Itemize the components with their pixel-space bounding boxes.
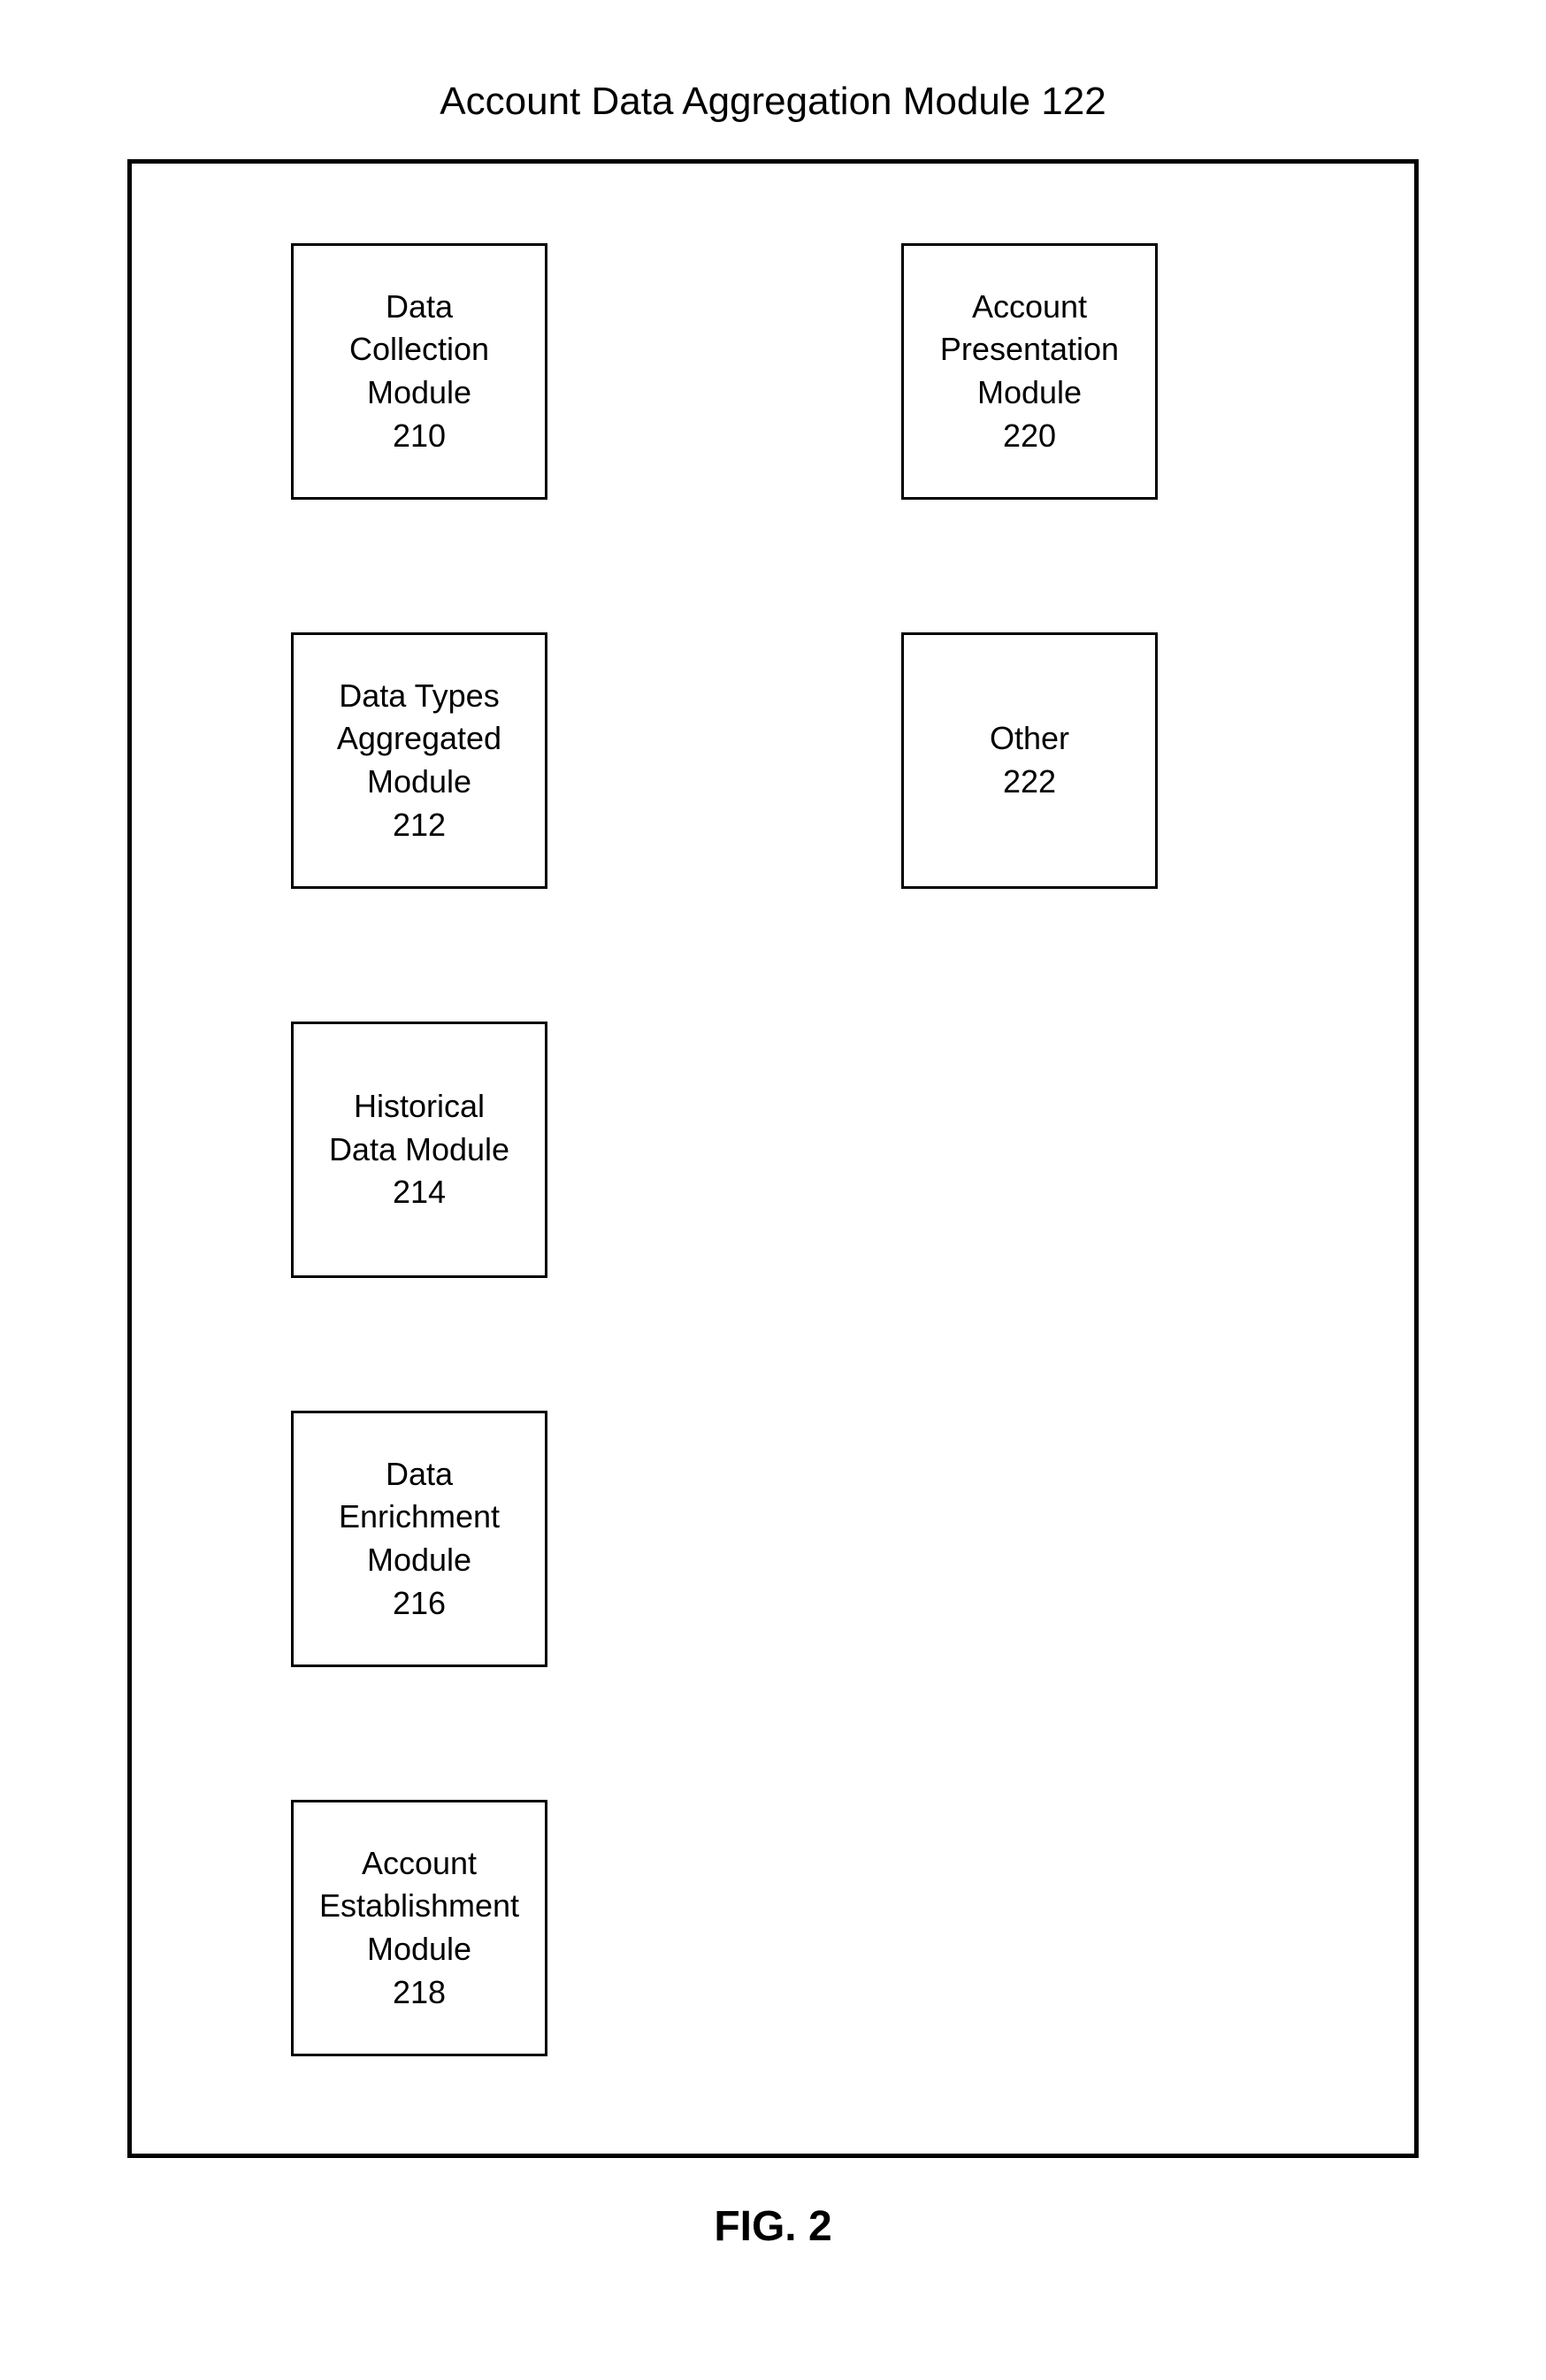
box-line: Module: [367, 1928, 471, 1971]
other-module-box: Other 222: [901, 632, 1158, 889]
box-line: Data: [386, 286, 453, 329]
box-line: Establishment: [319, 1885, 519, 1928]
box-line: Collection: [349, 328, 489, 371]
box-line: Module: [367, 761, 471, 804]
box-line: Other: [990, 717, 1069, 761]
figure-label: FIG. 2: [106, 2202, 1440, 2251]
outer-container-box: Data Collection Module 210 Data Types Ag…: [127, 159, 1419, 2158]
box-line: 210: [393, 415, 446, 458]
box-line: Module: [367, 1539, 471, 1582]
account-establishment-module-box: Account Establishment Module 218: [291, 1800, 547, 2056]
data-collection-module-box: Data Collection Module 210: [291, 243, 547, 500]
box-line: 212: [393, 804, 446, 847]
box-line: Account: [362, 1842, 477, 1886]
account-presentation-module-box: Account Presentation Module 220: [901, 243, 1158, 500]
box-line: Data Types: [339, 675, 499, 718]
diagram-title: Account Data Aggregation Module 122: [106, 80, 1440, 124]
box-line: Module: [367, 371, 471, 415]
box-line: 222: [1003, 761, 1056, 804]
box-line: Data: [386, 1453, 453, 1496]
box-line: Presentation: [940, 328, 1119, 371]
box-line: 214: [393, 1171, 446, 1214]
box-line: Enrichment: [339, 1496, 500, 1539]
historical-data-module-box: Historical Data Module 214: [291, 1022, 547, 1278]
box-line: Account: [972, 286, 1087, 329]
box-line: Data Module: [329, 1129, 509, 1172]
box-line: 218: [393, 1971, 446, 2015]
box-line: Historical: [354, 1085, 485, 1129]
diagram-page: Account Data Aggregation Module 122 Data…: [0, 0, 1546, 2380]
box-line: Module: [977, 371, 1082, 415]
box-line: 216: [393, 1582, 446, 1626]
data-enrichment-module-box: Data Enrichment Module 216: [291, 1411, 547, 1667]
box-line: Aggregated: [337, 717, 501, 761]
box-line: 220: [1003, 415, 1056, 458]
data-types-aggregated-module-box: Data Types Aggregated Module 212: [291, 632, 547, 889]
